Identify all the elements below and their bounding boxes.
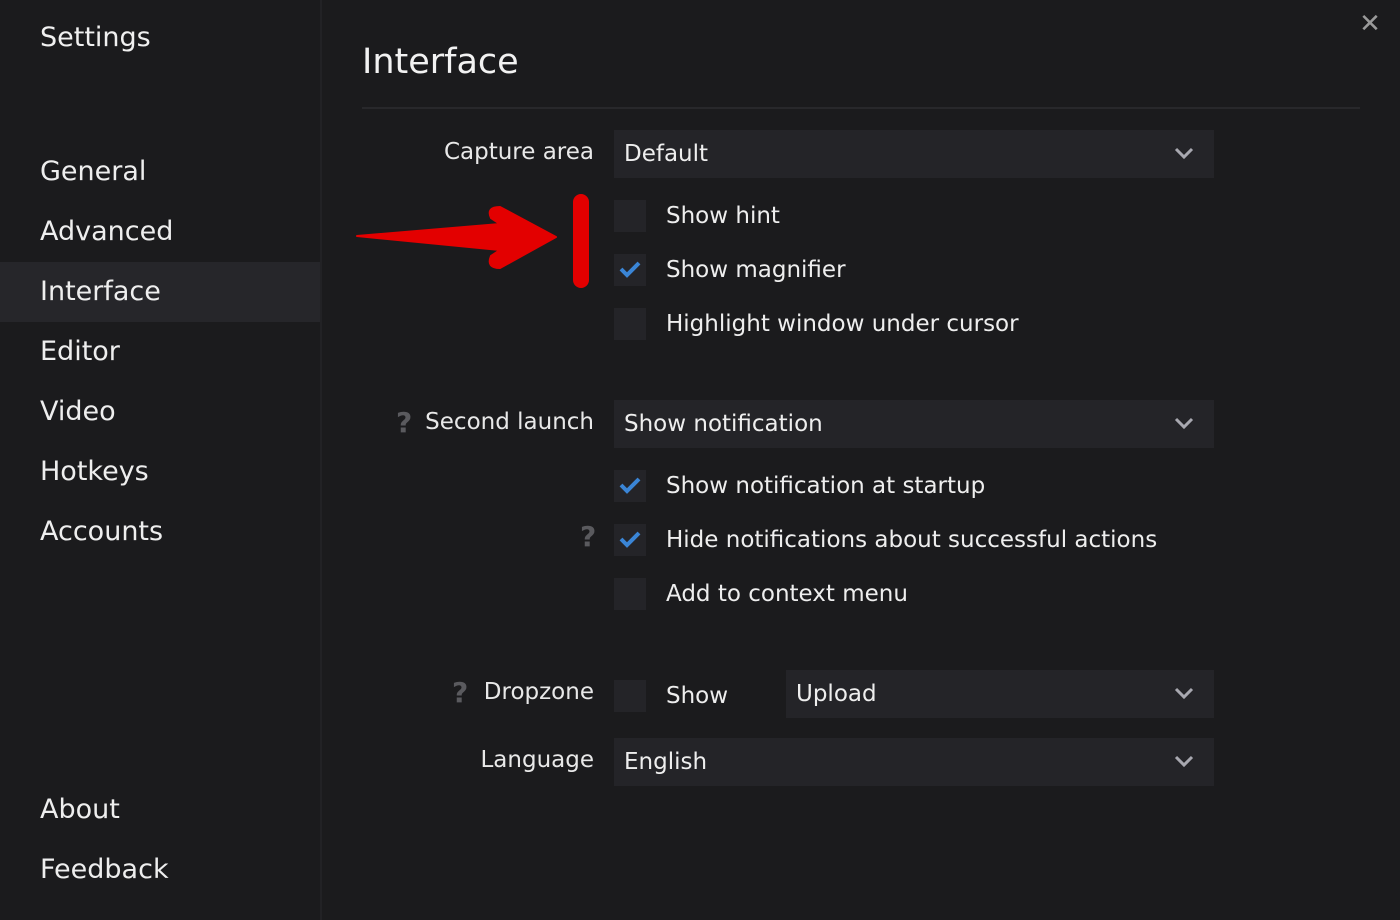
check-icon (619, 477, 641, 494)
close-icon: ✕ (1359, 9, 1381, 39)
sidebar: Settings General Advanced Interface Edit… (0, 0, 322, 920)
checkbox-box[interactable] (614, 680, 646, 712)
check-icon (619, 261, 641, 278)
chevron-down-icon (1174, 147, 1194, 160)
checkbox-label: Show (666, 683, 729, 709)
sidebar-item-accounts[interactable]: Accounts (0, 502, 320, 562)
second-launch-label: Second launch (425, 409, 594, 435)
checkbox-label: Highlight window under cursor (666, 311, 1019, 337)
sidebar-item-video[interactable]: Video (0, 382, 320, 442)
language-value: English (624, 749, 708, 775)
capture-area-select[interactable]: Default (614, 130, 1214, 178)
settings-panel: Interface ✕ Capture area Default Show hi… (322, 0, 1400, 920)
sidebar-nav: General Advanced Interface Editor Video … (0, 142, 320, 562)
checkbox-box[interactable] (614, 470, 646, 502)
checkbox-label: Show hint (666, 203, 780, 229)
chevron-down-icon (1174, 755, 1194, 768)
checkbox-box[interactable] (614, 308, 646, 340)
dropzone-action-value: Upload (796, 681, 877, 707)
sidebar-item-advanced[interactable]: Advanced (0, 202, 320, 262)
chevron-down-icon (1174, 417, 1194, 430)
dropzone-help-icon[interactable]: ? (452, 676, 468, 709)
hide-notifications-help-icon[interactable]: ? (580, 520, 596, 553)
language-select[interactable]: English (614, 738, 1214, 786)
check-icon (619, 531, 641, 548)
sidebar-item-hotkeys[interactable]: Hotkeys (0, 442, 320, 502)
title-divider (362, 107, 1360, 109)
second-launch-help-icon[interactable]: ? (396, 406, 412, 439)
page-title: Interface (362, 42, 519, 82)
sidebar-item-general[interactable]: General (0, 142, 320, 202)
checkbox-box[interactable] (614, 200, 646, 232)
sidebar-title: Settings (40, 22, 151, 53)
sidebar-item-feedback[interactable]: Feedback (0, 840, 320, 900)
checkbox-box[interactable] (614, 578, 646, 610)
sidebar-item-editor[interactable]: Editor (0, 322, 320, 382)
checkbox-label: Show magnifier (666, 257, 846, 283)
second-launch-select[interactable]: Show notification (614, 400, 1214, 448)
close-button[interactable]: ✕ (1356, 10, 1384, 38)
checkbox-label: Add to context menu (666, 581, 908, 607)
capture-area-label: Capture area (443, 139, 594, 165)
sidebar-item-interface[interactable]: Interface (0, 262, 320, 322)
dropzone-label: Dropzone (483, 679, 594, 705)
checkbox-box[interactable] (614, 254, 646, 286)
sidebar-item-about[interactable]: About (0, 780, 320, 840)
language-label: Language (480, 747, 594, 773)
dropzone-action-select[interactable]: Upload (786, 670, 1214, 718)
checkbox-box[interactable] (614, 524, 646, 556)
second-launch-value: Show notification (624, 411, 823, 437)
capture-area-value: Default (624, 141, 709, 167)
sidebar-bottom-nav: About Feedback (0, 780, 320, 900)
chevron-down-icon (1174, 687, 1194, 700)
checkbox-label: Hide notifications about successful acti… (666, 527, 1158, 553)
checkbox-label: Show notification at startup (666, 473, 986, 499)
